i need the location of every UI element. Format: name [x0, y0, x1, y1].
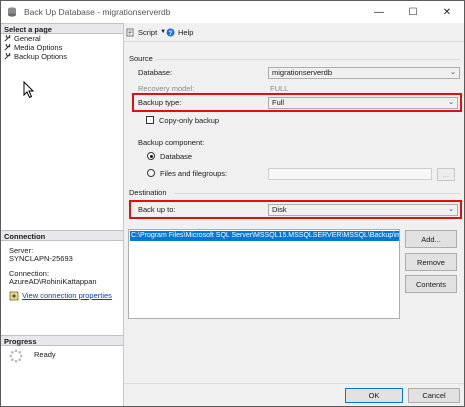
database-value: migrationserverdb — [272, 68, 333, 77]
recovery-model-value: FULL — [270, 84, 289, 93]
browse-label: ... — [442, 170, 450, 179]
destination-group-header: Destination — [129, 188, 167, 197]
recovery-model-label: Recovery model: — [138, 84, 195, 93]
destination-divider — [174, 193, 460, 194]
back-up-to-dropdown[interactable]: Disk ⌄ — [268, 204, 458, 216]
database-dropdown[interactable]: migrationserverdb ⌄ — [268, 67, 460, 79]
backup-database-window: Back Up Database - migrationserverdb — ☐… — [0, 0, 465, 407]
select-page-header: Select a page — [1, 23, 123, 34]
backup-type-label: Backup type: — [138, 98, 182, 107]
sidebar: Select a page General Media Options Back… — [1, 23, 124, 406]
sidebar-item-media-options[interactable]: Media Options — [4, 43, 62, 52]
remove-label: Remove — [417, 257, 445, 267]
files-filegroups-field — [268, 168, 432, 180]
title-bar: Back Up Database - migrationserverdb — ☐… — [1, 1, 464, 23]
chevron-down-icon: ⌄ — [448, 99, 454, 106]
mouse-cursor-icon — [23, 81, 35, 99]
backup-type-dropdown[interactable]: Full ⌄ — [268, 97, 458, 109]
ok-button[interactable]: OK — [345, 388, 403, 403]
minimize-button[interactable]: — — [362, 1, 396, 23]
source-group-header: Source — [129, 54, 153, 63]
chevron-down-icon: ⌄ — [450, 69, 456, 76]
progress-spinner-icon — [9, 349, 23, 363]
main-panel: Script ▼ ? Help Source Database: migrati… — [124, 23, 464, 383]
server-value: SYNCLAPN-25693 — [9, 254, 73, 263]
script-label: Script — [138, 27, 158, 37]
cancel-button[interactable]: Cancel — [408, 388, 460, 403]
add-label: Add... — [421, 234, 441, 244]
contents-label: Contents — [415, 279, 447, 289]
close-icon: ✕ — [442, 6, 452, 18]
wrench-icon — [4, 44, 11, 51]
component-files-radio[interactable] — [147, 169, 155, 177]
copy-only-label: Copy-only backup — [159, 116, 220, 125]
toolbar: Script ▼ ? Help — [124, 23, 464, 42]
sidebar-item-general[interactable]: General — [4, 34, 41, 43]
ok-label: OK — [368, 391, 380, 400]
connection-properties-icon — [9, 291, 19, 301]
files-browse-button: ... — [437, 168, 455, 181]
view-connection-properties-link[interactable]: View connection properties — [22, 291, 112, 300]
window-title: Back Up Database - migrationserverdb — [24, 7, 171, 17]
add-button[interactable]: Add... — [405, 230, 457, 248]
wrench-icon — [4, 35, 11, 42]
sidebar-item-label: General — [14, 34, 41, 43]
list-item[interactable]: C:\Program Files\Microsoft SQL Server\MS… — [130, 231, 399, 241]
sidebar-item-backup-options[interactable]: Backup Options — [4, 52, 67, 61]
remove-button[interactable]: Remove — [405, 253, 457, 271]
connection-header: Connection — [1, 230, 123, 241]
source-divider — [156, 59, 460, 60]
dialog-footer: OK Cancel — [124, 383, 464, 406]
connection-value: AzureAD\RohiniKattappan — [9, 277, 97, 286]
maximize-icon: ☐ — [408, 6, 418, 18]
help-icon: ? — [166, 28, 175, 36]
cancel-label: Cancel — [422, 391, 446, 400]
minimize-icon: — — [374, 6, 384, 18]
database-label: Database: — [138, 68, 173, 77]
help-label: Help — [178, 27, 194, 37]
back-up-to-value: Disk — [272, 205, 287, 214]
component-files-label: Files and filegroups: — [160, 169, 228, 178]
sidebar-item-label: Backup Options — [14, 52, 67, 61]
backup-destination-list[interactable]: C:\Program Files\Microsoft SQL Server\MS… — [128, 229, 400, 319]
svg-text:?: ? — [169, 29, 173, 36]
progress-status: Ready — [34, 350, 56, 359]
back-up-to-label: Back up to: — [138, 205, 176, 214]
wrench-icon — [4, 53, 11, 60]
maximize-button[interactable]: ☐ — [396, 1, 430, 23]
contents-button[interactable]: Contents — [405, 275, 457, 293]
component-database-label: Database — [160, 152, 193, 161]
sidebar-item-label: Media Options — [14, 43, 63, 52]
progress-header: Progress — [1, 335, 123, 346]
backup-component-label: Backup component: — [138, 138, 205, 147]
close-button[interactable]: ✕ — [430, 1, 464, 23]
script-icon — [126, 28, 134, 36]
help-button[interactable]: ? Help — [166, 26, 193, 38]
chevron-down-icon: ⌄ — [448, 206, 454, 213]
backup-type-value: Full — [272, 98, 285, 107]
copy-only-checkbox[interactable] — [146, 116, 154, 124]
script-button[interactable]: Script ▼ — [126, 26, 166, 38]
component-database-radio[interactable] — [147, 152, 155, 160]
database-icon — [8, 7, 16, 17]
